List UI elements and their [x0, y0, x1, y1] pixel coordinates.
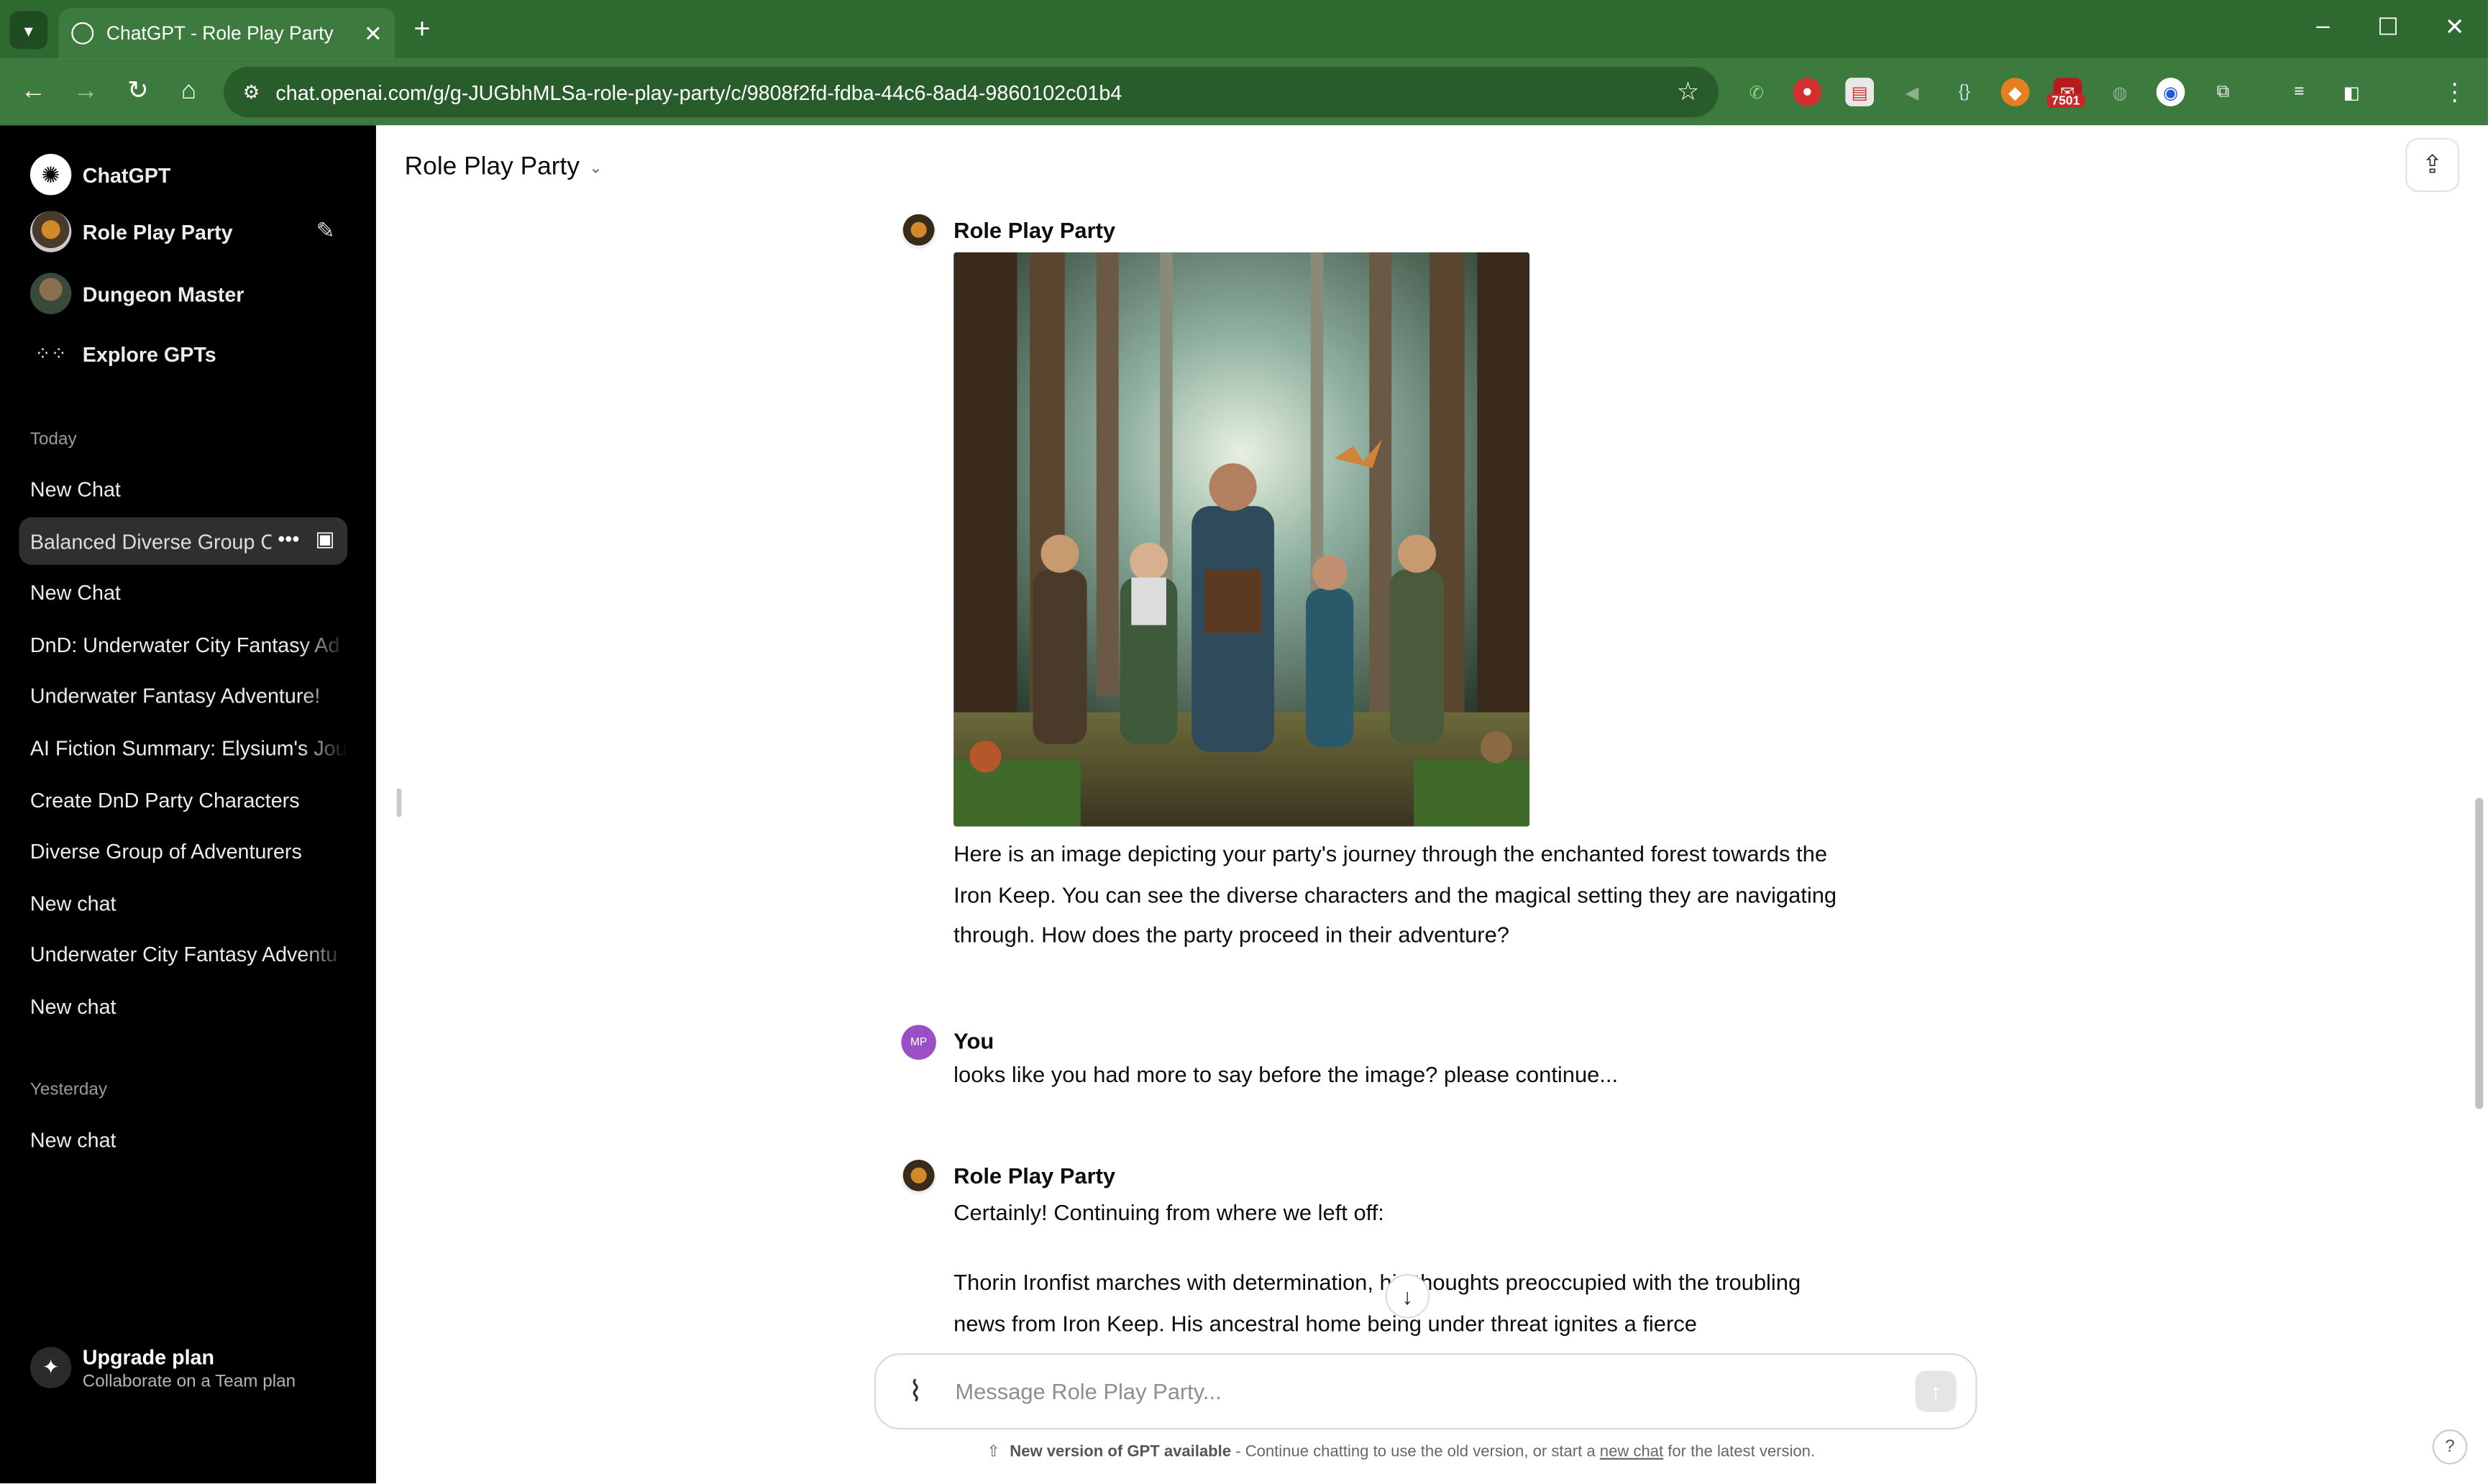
url-text: chat.openai.com/g/g-JUGbhMLSa-role-play-… [275, 80, 1122, 104]
message-composer: ⌇ ↑ [874, 1353, 1977, 1430]
chat-history-item[interactable]: New Chat [19, 464, 348, 513]
send-button[interactable]: ↑ [1915, 1370, 1957, 1412]
chat-history-item[interactable]: Underwater Fantasy Adventure! [19, 671, 348, 719]
share-icon: ⇪ [2421, 152, 2443, 180]
extension-shield-icon[interactable]: ● [1793, 78, 1822, 106]
scrollbar-thumb[interactable] [2475, 797, 2484, 1109]
upgrade-plan-button[interactable]: ✦ Upgrade plan Collaborate on a Team pla… [29, 1336, 359, 1399]
browser-toolbar: ← → ↻ ⌂ ⚙ chat.openai.com/g/g-JUGbhMLSa-… [0, 58, 2488, 126]
arrow-down-icon: ↓ [1401, 1283, 1413, 1309]
tab-title: ChatGPT - Role Play Party [106, 22, 334, 45]
assistant-avatar [901, 1160, 936, 1195]
archive-icon[interactable]: ▣ [315, 527, 334, 552]
gpt-selector[interactable]: Role Play Party ⌄ [405, 154, 603, 183]
chat-history-item[interactable]: New chat [19, 1115, 348, 1163]
message-author: Role Play Party [953, 217, 1116, 243]
extension-audio-icon[interactable]: ◀ [1898, 78, 1926, 106]
tab-search-icon[interactable]: ▾ [9, 11, 48, 50]
sidebar-item-explore-gpts[interactable]: ⁘⁘ Explore GPTs [19, 327, 347, 381]
screen: ▾ ChatGPT - Role Play Party ✕ + – ☐ ✕ ← … [0, 0, 2488, 1484]
openai-favicon-icon [71, 22, 94, 45]
forward-icon[interactable]: → [70, 76, 101, 108]
dungeon-master-avatar [29, 272, 72, 314]
browser-tabstrip: ▾ ChatGPT - Role Play Party ✕ + – ☐ ✕ [0, 0, 2488, 59]
extension-mouse-icon[interactable]: ◍ [2105, 78, 2134, 106]
assistant-avatar [901, 214, 936, 249]
share-button[interactable]: ⇪ [2405, 137, 2460, 192]
browser-tab[interactable]: ChatGPT - Role Play Party ✕ [58, 8, 395, 59]
chevron-down-icon: ⌄ [589, 159, 603, 178]
close-tab-icon[interactable]: ✕ [364, 20, 383, 47]
sidebar-item-label: Role Play Party [82, 219, 233, 244]
address-bar[interactable]: ⚙ chat.openai.com/g/g-JUGbhMLSa-role-pla… [224, 66, 1719, 118]
bookmark-star-icon[interactable]: ☆ [1677, 76, 1700, 108]
sparkle-icon: ✦ [29, 1347, 72, 1388]
chat-history-item[interactable]: New chat [19, 981, 348, 1030]
chatgpt-logo-icon: ✺ [29, 154, 72, 196]
section-label-yesterday: Yesterday [29, 1080, 108, 1100]
back-icon[interactable]: ← [17, 76, 49, 108]
upgrade-title: Upgrade plan [82, 1345, 215, 1369]
scroll-to-bottom-button[interactable]: ↓ [1385, 1273, 1430, 1319]
maximize-icon[interactable]: ☐ [2372, 13, 2404, 42]
arrow-up-icon: ↑ [1930, 1378, 1942, 1404]
site-info-icon[interactable]: ⚙ [243, 81, 260, 104]
help-button[interactable]: ? [2432, 1429, 2468, 1465]
extension-fox-icon[interactable]: ◆ [2000, 78, 2030, 106]
generated-image[interactable] [953, 252, 1530, 827]
extensions-puzzle-icon[interactable]: ⧉ [2209, 78, 2238, 106]
new-tab-icon[interactable]: + [406, 13, 438, 46]
new-chat-link[interactable]: new chat [1600, 1444, 1663, 1461]
message-text: Certainly! Continuing from where we left… [953, 1199, 1384, 1225]
extension-print-icon[interactable]: ▤ [1845, 78, 1874, 106]
chat-history-item[interactable]: Create DnD Party Characters [19, 776, 348, 824]
sidebar-collapse-handle[interactable] [396, 788, 402, 817]
upgrade-subtitle: Collaborate on a Team plan [82, 1371, 296, 1391]
sidebar-item-dungeon-master[interactable]: Dungeon Master [19, 267, 347, 321]
more-options-icon[interactable]: ••• [278, 527, 299, 552]
attach-paperclip-icon[interactable]: ⌇ [876, 1375, 955, 1408]
message-input[interactable] [955, 1378, 1916, 1404]
reading-list-icon[interactable]: ≡ [2285, 78, 2314, 106]
grid-icon: ⁘⁘ [35, 342, 67, 365]
page-title: Role Play Party [404, 154, 580, 181]
user-avatar: MP [901, 1025, 936, 1061]
section-label-today: Today [29, 429, 77, 449]
sidebar-item-chatgpt[interactable]: ✺ ChatGPT [19, 147, 347, 201]
extension-circle-icon[interactable]: ◉ [2156, 78, 2185, 106]
new-chat-edit-icon[interactable]: ✎ [316, 217, 335, 244]
chat-history-item[interactable]: AI Fiction Summary: Elysium's Jou [19, 723, 348, 771]
forest-party-illustration [953, 252, 1530, 827]
version-notice: ⇧ New version of GPT available - Continue… [987, 1444, 1816, 1462]
role-play-party-avatar [29, 211, 72, 252]
sidebar-item-label: Dungeon Master [82, 281, 244, 306]
chat-history-item[interactable]: New Chat [19, 567, 348, 616]
reload-icon[interactable]: ↻ [122, 76, 154, 108]
message-text: looks like you had more to say before th… [953, 1061, 1619, 1087]
message-text: Here is an image depicting your party's … [953, 841, 1837, 948]
chat-history-item[interactable]: DnD: Underwater City Fantasy Ad [19, 620, 348, 668]
main-panel: Role Play Party ⌄ ⇪ Role Play Party Here… [375, 125, 2488, 1484]
sidebar: ✺ ChatGPT Role Play Party ✎ Dungeon Mast… [0, 125, 376, 1484]
side-panel-icon[interactable]: ◧ [2337, 78, 2366, 106]
chat-history-item[interactable]: Underwater City Fantasy Adventu [19, 930, 348, 978]
minimize-icon[interactable]: – [2307, 13, 2338, 40]
extension-phone-icon[interactable]: ✆ [1742, 78, 1771, 106]
chat-history-item-active[interactable]: Balanced Diverse Group C ••• ▣ [19, 517, 348, 565]
message-author: You [953, 1027, 994, 1054]
browser-menu-icon[interactable]: ⋮ [2441, 78, 2469, 106]
sidebar-item-role-play-party[interactable]: Role Play Party ✎ [19, 205, 347, 259]
message-author: Role Play Party [953, 1163, 1116, 1188]
home-icon[interactable]: ⌂ [173, 76, 205, 108]
extension-code-icon[interactable]: {} [1950, 78, 1979, 106]
sidebar-item-label: Explore GPTs [82, 342, 216, 366]
upload-icon: ⇧ [987, 1444, 1001, 1462]
extension-badge: 7501 [2046, 93, 2085, 109]
chat-history-item[interactable]: New chat [19, 879, 348, 927]
sidebar-item-label: ChatGPT [82, 162, 171, 187]
chat-history-item[interactable]: Diverse Group of Adventurers [19, 826, 348, 874]
close-window-icon[interactable]: ✕ [2439, 13, 2471, 42]
